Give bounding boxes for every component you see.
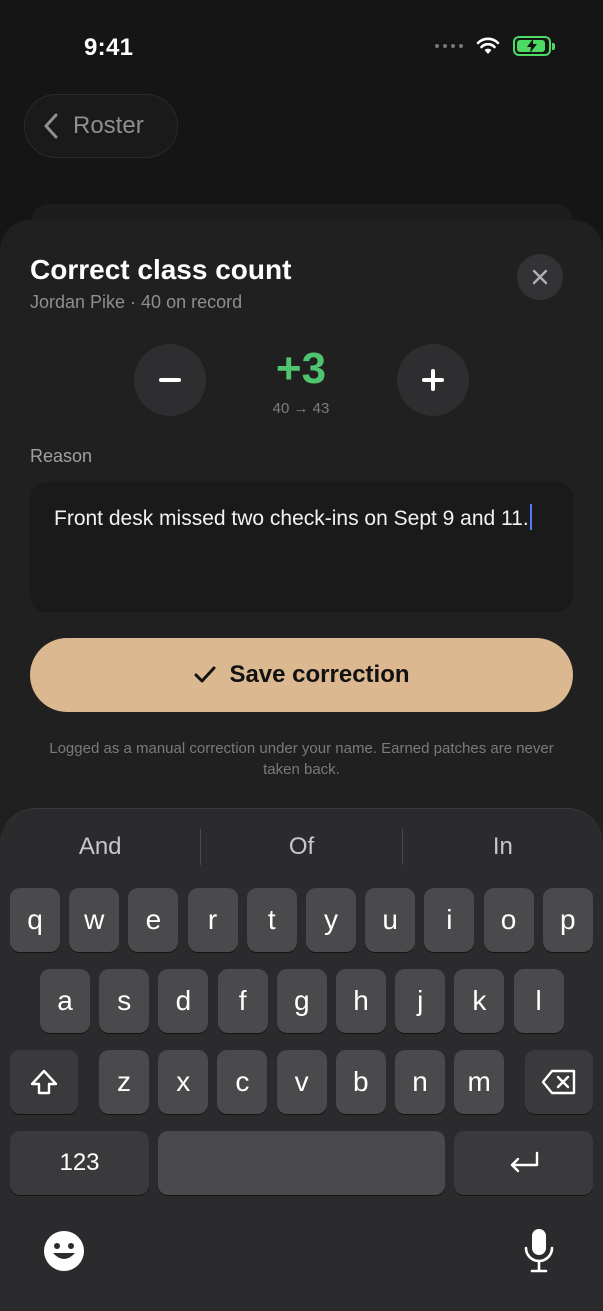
chevron-left-icon <box>44 113 58 139</box>
reason-label: Reason <box>30 446 93 466</box>
key-m[interactable]: m <box>454 1050 505 1114</box>
key-o[interactable]: o <box>483 888 534 952</box>
key-z[interactable]: z <box>99 1050 149 1114</box>
key-u[interactable]: u <box>365 888 416 952</box>
keyboard: And Of In 123 qwertyuiop asdfghjkl zxcvbnm <box>0 808 603 1311</box>
sheet-title: Correct class count <box>30 254 292 285</box>
screen: 9:41 Roster Correct class count Jordan P… <box>0 0 603 1311</box>
key-f[interactable]: f <box>217 969 268 1033</box>
numbers-key[interactable]: 123 <box>10 1131 149 1195</box>
key-i[interactable]: i <box>424 888 475 952</box>
key-p[interactable]: p <box>542 888 593 952</box>
back-label: Roster <box>73 112 144 139</box>
key-a[interactable]: a <box>40 969 90 1033</box>
close-button[interactable] <box>517 254 563 300</box>
key-r[interactable]: r <box>187 888 238 952</box>
suggestion-item[interactable]: In <box>403 827 603 867</box>
suggestion-bar: And Of In <box>0 827 603 867</box>
key-h[interactable]: h <box>336 969 386 1033</box>
key-t[interactable]: t <box>246 888 297 952</box>
increment-button[interactable] <box>397 344 469 416</box>
checkmark-icon <box>194 666 216 683</box>
key-l[interactable]: l <box>513 969 564 1033</box>
key-g[interactable]: g <box>276 969 327 1033</box>
count-range: 40 → 43 <box>272 400 330 417</box>
decrement-button[interactable] <box>134 344 206 416</box>
key-e[interactable]: e <box>128 888 179 952</box>
back-button[interactable]: Roster <box>24 94 178 158</box>
footnote: Logged as a manual correction under your… <box>49 740 554 778</box>
wifi-icon <box>476 37 500 54</box>
save-correction-button[interactable]: Save correction <box>30 638 573 712</box>
suggestion-item[interactable]: Of <box>201 827 401 867</box>
space-key[interactable] <box>158 1131 445 1195</box>
emoji-icon <box>44 1231 84 1271</box>
shift-key[interactable] <box>10 1050 78 1114</box>
signal-icon <box>435 44 463 48</box>
key-k[interactable]: k <box>454 969 505 1033</box>
text-caret <box>529 504 532 530</box>
backspace-key[interactable] <box>525 1050 593 1114</box>
status-icons <box>435 36 555 56</box>
key-q[interactable]: q <box>10 888 60 952</box>
minus-icon <box>159 378 181 382</box>
dictation-button[interactable] <box>515 1225 563 1277</box>
status-time: 9:41 <box>84 34 134 61</box>
plus-icon <box>422 369 444 391</box>
reason-textarea[interactable]: Front desk missed two check-ins on Sept … <box>30 482 573 612</box>
reason-text: Front desk missed two check-ins on Sept … <box>54 507 529 530</box>
shift-icon <box>30 1069 58 1095</box>
sheet-subtitle: Jordan Pike · 40 on record <box>30 292 243 312</box>
emoji-button[interactable] <box>40 1227 88 1275</box>
key-b[interactable]: b <box>335 1050 386 1114</box>
close-icon <box>532 269 548 285</box>
key-d[interactable]: d <box>158 969 209 1033</box>
key-c[interactable]: c <box>217 1050 268 1114</box>
key-w[interactable]: w <box>69 888 120 952</box>
microphone-icon <box>524 1229 554 1273</box>
backspace-icon <box>541 1069 576 1095</box>
key-x[interactable]: x <box>158 1050 209 1114</box>
key-v[interactable]: v <box>276 1050 327 1114</box>
key-j[interactable]: j <box>395 969 446 1033</box>
count-delta: +3 <box>275 344 327 393</box>
key-n[interactable]: n <box>395 1050 445 1114</box>
return-icon <box>510 1151 538 1173</box>
suggestion-item[interactable]: And <box>0 827 200 867</box>
key-s[interactable]: s <box>99 969 150 1033</box>
return-key[interactable] <box>454 1131 593 1195</box>
save-label: Save correction <box>229 661 410 688</box>
key-y[interactable]: y <box>306 888 356 952</box>
battery-icon <box>513 36 555 56</box>
